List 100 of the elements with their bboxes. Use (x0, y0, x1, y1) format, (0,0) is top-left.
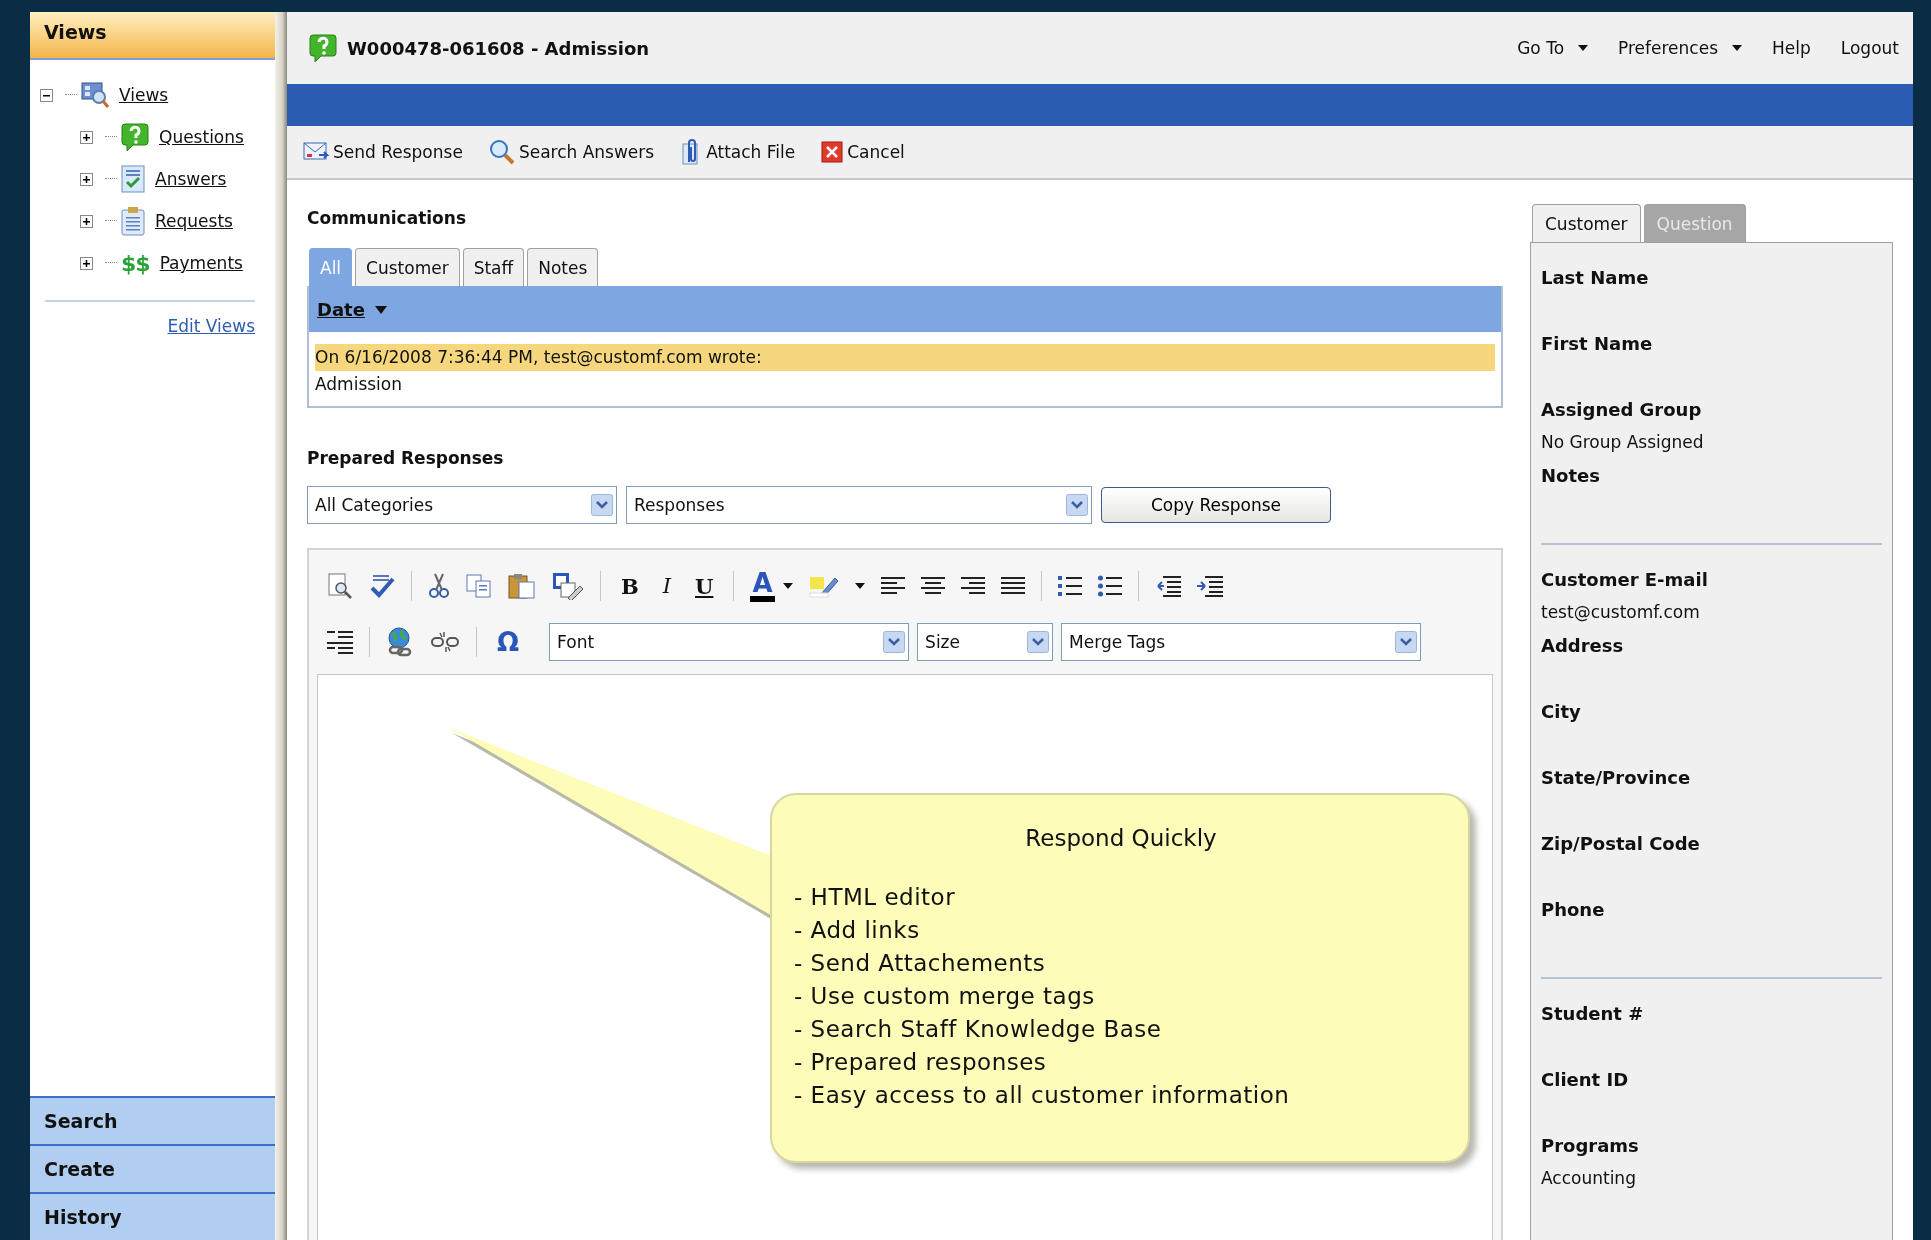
section-heading: Prepared Responses (307, 448, 505, 468)
field-label: Phone (1541, 898, 1606, 922)
section-heading: Communications (307, 208, 468, 228)
sort-descending-icon[interactable] (374, 306, 387, 314)
sidebar-section[interactable]: Search (30, 1096, 275, 1144)
field-label: Zip/Postal Code (1541, 832, 1701, 856)
field-label: State/Province (1541, 766, 1692, 790)
callout-title: Respond Quickly (1024, 825, 1218, 851)
message-header: On 6/16/2008 7:36:44 PM, test@customf.com wrote: (315, 344, 1495, 371)
menu-item[interactable]: Go To (1517, 38, 1589, 58)
sort-link[interactable]: Date (317, 298, 365, 320)
menu-item[interactable]: Help (1772, 38, 1811, 58)
font-color-button[interactable]: A (750, 570, 775, 602)
bullet-list-icon[interactable] (1097, 575, 1122, 597)
dollar-icon: $$ (121, 250, 150, 276)
size-select[interactable]: Size (917, 623, 1054, 661)
callout-item: - Add links (794, 916, 921, 945)
italic-button[interactable]: I (658, 574, 676, 598)
pane-splitter[interactable] (275, 12, 287, 1240)
magnifier-window-icon (81, 81, 109, 109)
highlighter-icon[interactable] (808, 574, 839, 598)
expand-icon[interactable] (80, 172, 93, 186)
speech-bubble-icon (121, 122, 149, 152)
sidebar-header: Views (30, 12, 275, 60)
field-label: Customer E-mail (1541, 568, 1709, 592)
sidebar-section[interactable]: History (30, 1192, 275, 1240)
underline-button[interactable]: U (691, 573, 718, 599)
field-value: Accounting (1541, 1167, 1637, 1190)
copy-icon[interactable] (466, 574, 492, 598)
tree-item[interactable]: Requests (155, 211, 233, 231)
field-label: Address (1541, 634, 1625, 658)
field-label: City (1541, 700, 1582, 724)
field-label: Assigned Group (1541, 398, 1703, 422)
tree-item[interactable]: Views (119, 85, 169, 105)
response-select[interactable]: Responses (626, 486, 1092, 524)
align-left-icon[interactable] (880, 576, 905, 596)
callout-item: - HTML editor (794, 883, 957, 912)
indent-icon[interactable] (1196, 575, 1223, 597)
callout-item: - Prepared responses (794, 1048, 1048, 1077)
caret-icon[interactable] (782, 583, 793, 589)
menu-item[interactable]: Preferences (1618, 38, 1742, 58)
toolbar-button[interactable]: Search Answers (488, 139, 655, 165)
tab[interactable]: Customer (355, 248, 460, 286)
field-label: Notes (1541, 464, 1601, 488)
clipboard-icon (121, 206, 145, 236)
category-select[interactable]: All Categories (307, 486, 617, 524)
check-mark-icon[interactable] (369, 573, 395, 599)
tree-item[interactable]: Questions (159, 127, 244, 147)
scissors-icon[interactable] (428, 573, 450, 599)
broken-link-icon[interactable] (430, 630, 460, 654)
field-value: No Group Assigned (1541, 431, 1705, 454)
expand-icon[interactable] (80, 256, 93, 270)
font-select[interactable]: Font (549, 623, 910, 661)
collapse-icon[interactable] (40, 88, 53, 102)
align-right-icon[interactable] (960, 576, 985, 596)
page-magnifier-icon[interactable] (327, 573, 353, 599)
envelope-icon (303, 141, 329, 163)
clipboard-icon[interactable] (508, 573, 536, 599)
speech-bubble-icon (309, 33, 337, 63)
menu-item[interactable]: Logout (1840, 38, 1899, 58)
search-icon (488, 139, 515, 165)
tab[interactable]: Notes (527, 248, 599, 286)
merge-tags-select[interactable]: Merge Tags (1061, 623, 1422, 661)
callout-item: - Easy access to all customer information (794, 1081, 1291, 1110)
toolbar-button[interactable]: Attach File (680, 138, 796, 166)
checklist-icon (121, 165, 145, 193)
justify-icon[interactable] (1000, 576, 1025, 596)
globe-link-icon[interactable] (386, 627, 414, 657)
paragraph-format-icon[interactable] (327, 629, 353, 655)
tab[interactable]: Customer (1532, 204, 1641, 242)
align-center-icon[interactable] (920, 576, 945, 596)
tree-item[interactable]: Answers (155, 169, 227, 189)
outdent-icon[interactable] (1154, 575, 1181, 597)
field-label: Programs (1541, 1134, 1640, 1158)
message-body: Admission (314, 373, 404, 396)
copy-response-button[interactable]: Copy Response (1101, 487, 1331, 523)
callout-item: - Send Attachements (794, 949, 1047, 978)
tree-item[interactable]: Payments (159, 253, 243, 273)
field-value: test@customf.com (1541, 601, 1701, 624)
text-editor-area[interactable]: Respond Quickly - HTML editor - Add links - Send Attachements - Use custom merge tags - Search Staff Knowledge Base - Prepared responses - Easy access to all customer information (317, 674, 1493, 1240)
field-label: Student # (1541, 1002, 1645, 1026)
sidebar-section[interactable]: Create (30, 1144, 275, 1192)
field-label: First Name (1541, 332, 1654, 356)
document-pen-icon[interactable] (552, 572, 584, 600)
callout-item: - Search Staff Knowledge Base (794, 1015, 1163, 1044)
page-title: W000478-061608 - Admission (347, 37, 650, 59)
callout-item: - Use custom merge tags (794, 982, 1096, 1011)
caret-icon[interactable] (854, 583, 865, 589)
expand-icon[interactable] (80, 130, 93, 144)
toolbar-button[interactable]: Send Response (303, 141, 463, 163)
special-character-button[interactable]: Ω (493, 627, 524, 657)
field-label: Client ID (1541, 1068, 1630, 1092)
edit-views-link[interactable]: Edit Views (167, 316, 255, 336)
tab[interactable]: Staff (462, 248, 525, 286)
field-label: Last Name (1541, 266, 1650, 290)
bold-button[interactable]: B (617, 573, 643, 599)
close-icon (821, 141, 844, 163)
numbered-list-icon[interactable] (1057, 575, 1082, 597)
expand-icon[interactable] (80, 214, 93, 228)
toolbar-button[interactable]: Cancel (821, 141, 905, 163)
